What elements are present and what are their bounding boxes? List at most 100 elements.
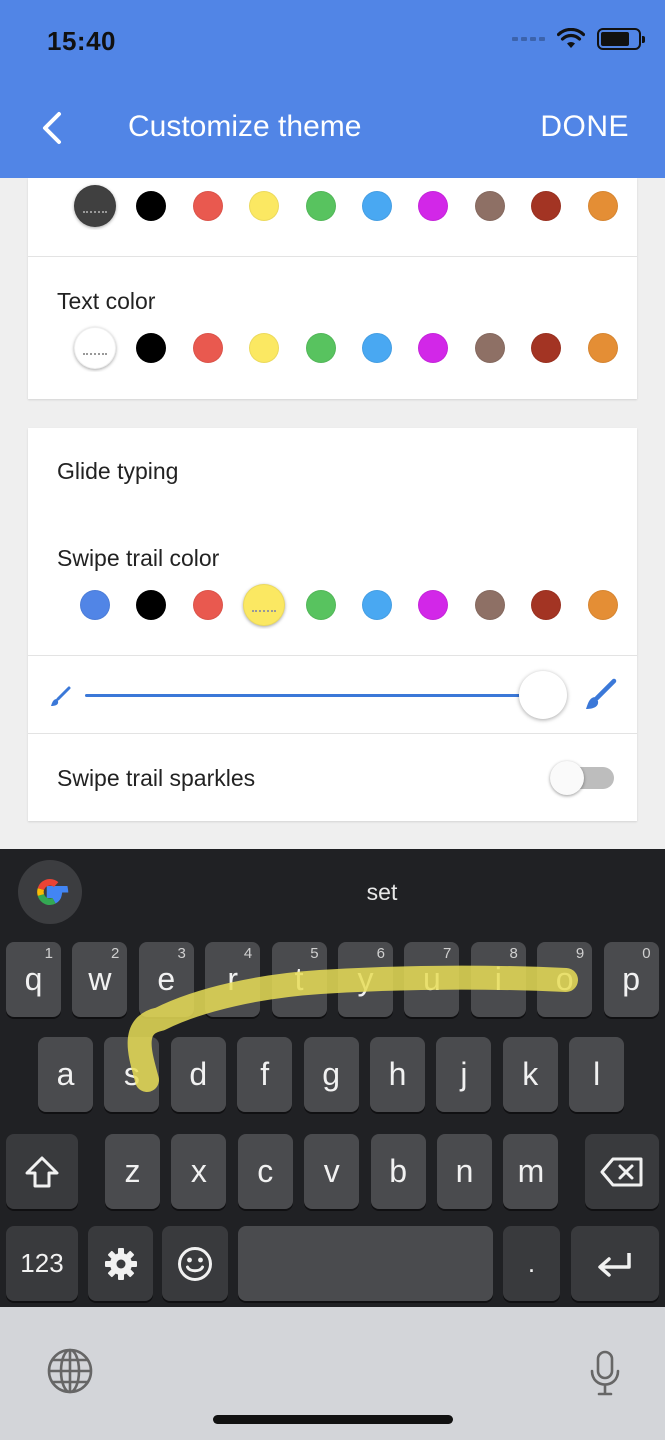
key-w[interactable]: w2 — [72, 942, 128, 1017]
back-button[interactable] — [30, 104, 74, 152]
key-color-swatch[interactable] — [418, 191, 448, 221]
swipe-trail-color-swatch[interactable] — [243, 584, 285, 626]
selected-indicator — [83, 211, 107, 213]
space-key[interactable] — [238, 1226, 493, 1301]
swipe-trail-sparkles-toggle[interactable] — [550, 761, 614, 795]
text-color-swatch[interactable] — [531, 333, 561, 363]
key-color-swatch[interactable] — [531, 191, 561, 221]
key-z[interactable]: z — [105, 1134, 160, 1209]
trail-width-slider[interactable] — [28, 656, 637, 734]
key-color-swatch[interactable] — [362, 191, 392, 221]
settings-key[interactable] — [88, 1226, 153, 1301]
enter-key[interactable] — [571, 1226, 659, 1301]
key-q[interactable]: q1 — [6, 942, 61, 1017]
key-a[interactable]: a — [38, 1037, 93, 1112]
emoji-key[interactable] — [162, 1226, 228, 1301]
key-label: v — [323, 1153, 340, 1189]
status-icons — [512, 28, 645, 50]
key-t[interactable]: t5 — [271, 942, 327, 1017]
key-color-swatch[interactable] — [475, 191, 505, 221]
key-number-hint: 6 — [376, 945, 385, 962]
key-v[interactable]: v — [304, 1134, 360, 1209]
shift-key[interactable] — [6, 1134, 78, 1209]
key-m[interactable]: m — [503, 1134, 559, 1209]
wifi-icon — [557, 28, 585, 48]
key-b[interactable]: b — [370, 1134, 426, 1209]
google-button[interactable] — [18, 860, 82, 924]
key-j[interactable]: j — [436, 1037, 492, 1112]
key-u[interactable]: u7 — [404, 942, 460, 1017]
key-l[interactable]: l — [569, 1037, 625, 1112]
key-c[interactable]: c — [237, 1134, 293, 1209]
done-button[interactable]: DONE — [540, 110, 629, 144]
swipe-trail-color-swatch[interactable] — [362, 590, 392, 620]
key-number-hint: 7 — [443, 945, 452, 962]
key-color-swatch[interactable] — [588, 191, 618, 221]
swipe-trail-color-swatch[interactable] — [193, 590, 223, 620]
swipe-trail-color-swatch[interactable] — [418, 590, 448, 620]
text-color-swatch[interactable] — [136, 333, 166, 363]
text-color-swatch[interactable] — [362, 333, 392, 363]
shift-icon — [25, 1156, 59, 1187]
swipe-trail-color-swatch[interactable] — [80, 590, 110, 620]
key-label: m — [517, 1153, 545, 1189]
key-e[interactable]: e3 — [138, 942, 194, 1017]
key-y[interactable]: y6 — [338, 942, 393, 1017]
system-bottom-bar — [0, 1307, 665, 1440]
text-color-swatch[interactable] — [475, 333, 505, 363]
emoji-icon — [178, 1246, 212, 1281]
key-number-hint: 8 — [509, 945, 518, 962]
swipe-trail-color-swatch[interactable] — [306, 590, 336, 620]
key-o[interactable]: o9 — [537, 942, 593, 1017]
key-s[interactable]: s — [104, 1037, 160, 1112]
key-color-swatch[interactable] — [74, 185, 116, 227]
key-d[interactable]: d — [170, 1037, 226, 1112]
key-n[interactable]: n — [437, 1134, 492, 1209]
swipe-trail-sparkles-label: Swipe trail sparkles — [57, 765, 256, 791]
key-label: t — [294, 961, 304, 997]
key-p[interactable]: p0 — [603, 942, 659, 1017]
key-number-hint: 2 — [111, 945, 120, 962]
key-g[interactable]: g — [303, 1037, 359, 1112]
text-color-swatch[interactable] — [193, 333, 223, 363]
text-color-swatch[interactable] — [418, 333, 448, 363]
home-indicator — [213, 1415, 453, 1424]
suggestion-word[interactable]: set — [282, 879, 482, 906]
numbers-key[interactable]: 123 — [6, 1226, 78, 1301]
swipe-trail-color-swatch[interactable] — [531, 590, 561, 620]
key-i[interactable]: i8 — [470, 942, 526, 1017]
key-h[interactable]: h — [370, 1037, 425, 1112]
swipe-trail-color-swatch[interactable] — [475, 590, 505, 620]
text-color-swatch[interactable] — [306, 333, 336, 363]
swipe-trail-color-swatch[interactable] — [136, 590, 166, 620]
key-label: e — [157, 961, 176, 997]
text-color-swatch[interactable] — [249, 333, 279, 363]
key-label: n — [455, 1153, 474, 1189]
swipe-trail-color-swatch[interactable] — [588, 590, 618, 620]
slider-track[interactable] — [85, 694, 545, 697]
key-color-swatch[interactable] — [249, 191, 279, 221]
key-number-hint: 9 — [575, 945, 585, 962]
key-f[interactable]: f — [237, 1037, 293, 1112]
text-color-swatch[interactable] — [74, 327, 116, 369]
key-r[interactable]: r4 — [205, 942, 261, 1017]
key-label: z — [124, 1153, 141, 1189]
key-color-swatch[interactable] — [306, 191, 336, 221]
cellular-signal-icon — [512, 37, 545, 41]
slider-thumb[interactable] — [519, 671, 567, 719]
period-key[interactable]: . — [503, 1226, 560, 1301]
text-color-swatch[interactable] — [588, 333, 618, 363]
key-color-swatch[interactable] — [136, 191, 166, 221]
globe-icon[interactable] — [46, 1347, 94, 1395]
key-color-swatch[interactable] — [193, 191, 223, 221]
microphone-icon[interactable] — [588, 1349, 622, 1397]
key-number-hint: 4 — [243, 945, 253, 962]
text-color-swatches — [28, 324, 637, 372]
backspace-key[interactable] — [585, 1134, 659, 1209]
key-x[interactable]: x — [171, 1134, 227, 1209]
key-label: d — [189, 1056, 208, 1092]
chevron-left-icon — [43, 112, 61, 144]
divider — [28, 733, 637, 734]
google-g-icon — [37, 878, 69, 906]
key-k[interactable]: k — [502, 1037, 558, 1112]
